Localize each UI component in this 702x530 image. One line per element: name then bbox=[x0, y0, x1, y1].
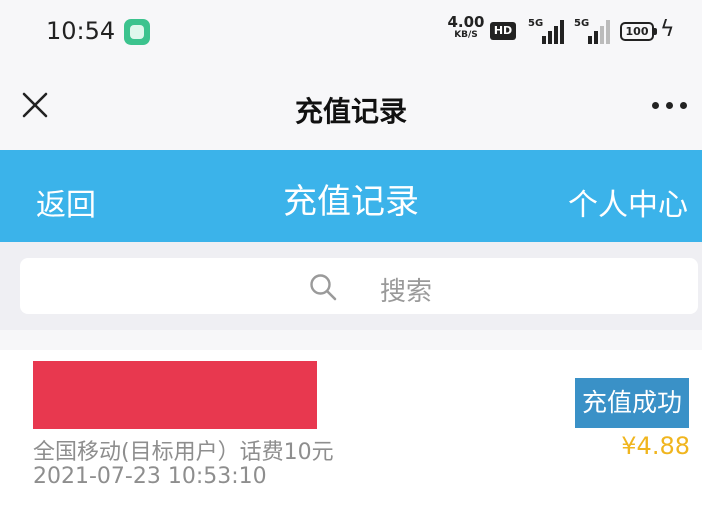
page-title: 充值记录 bbox=[294, 95, 407, 128]
redacted-phone-number bbox=[33, 361, 317, 429]
search-icon bbox=[310, 274, 337, 301]
record-description: 全国移动(目标用户）话费10元 bbox=[33, 440, 334, 465]
status-time: 10:54 bbox=[46, 17, 116, 45]
user-center-button[interactable]: 个人中心 bbox=[568, 180, 688, 224]
network-speed-value: 4.00 bbox=[447, 13, 485, 31]
top-nav-bar: 充值记录 bbox=[0, 64, 702, 150]
app-notification-icon bbox=[124, 19, 150, 45]
sim1-network-label: 5G bbox=[528, 18, 544, 29]
charging-icon: ϟ bbox=[660, 17, 675, 42]
more-options-icon[interactable] bbox=[650, 102, 690, 112]
record-time: 2021-07-23 10:53:10 bbox=[33, 464, 267, 489]
network-speed-unit: KB/S bbox=[454, 30, 478, 40]
section-divider bbox=[0, 330, 702, 350]
hd-voice-icon: HD bbox=[490, 22, 516, 40]
search-area: 搜索 bbox=[0, 242, 702, 330]
app-header: 返回 充值记录 个人中心 bbox=[0, 150, 702, 242]
signal-sim1-icon: 5G bbox=[528, 18, 564, 44]
network-speed: 4.00 KB/S bbox=[446, 15, 486, 40]
search-placeholder: 搜索 bbox=[380, 277, 433, 307]
status-badge: 充值成功 bbox=[575, 378, 689, 428]
search-input[interactable]: 搜索 bbox=[20, 258, 698, 314]
sim2-network-label: 5G bbox=[574, 18, 590, 29]
status-bar: 10:54 4.00 KB/S HD 5G 5G 100 ϟ bbox=[0, 0, 702, 64]
battery-icon: 100 bbox=[620, 22, 657, 41]
list-item[interactable]: 全国移动(目标用户）话费10元 2021-07-23 10:53:10 充值成功… bbox=[0, 350, 702, 530]
record-amount: ¥4.88 bbox=[621, 432, 690, 460]
signal-sim2-icon: 5G bbox=[574, 18, 610, 44]
